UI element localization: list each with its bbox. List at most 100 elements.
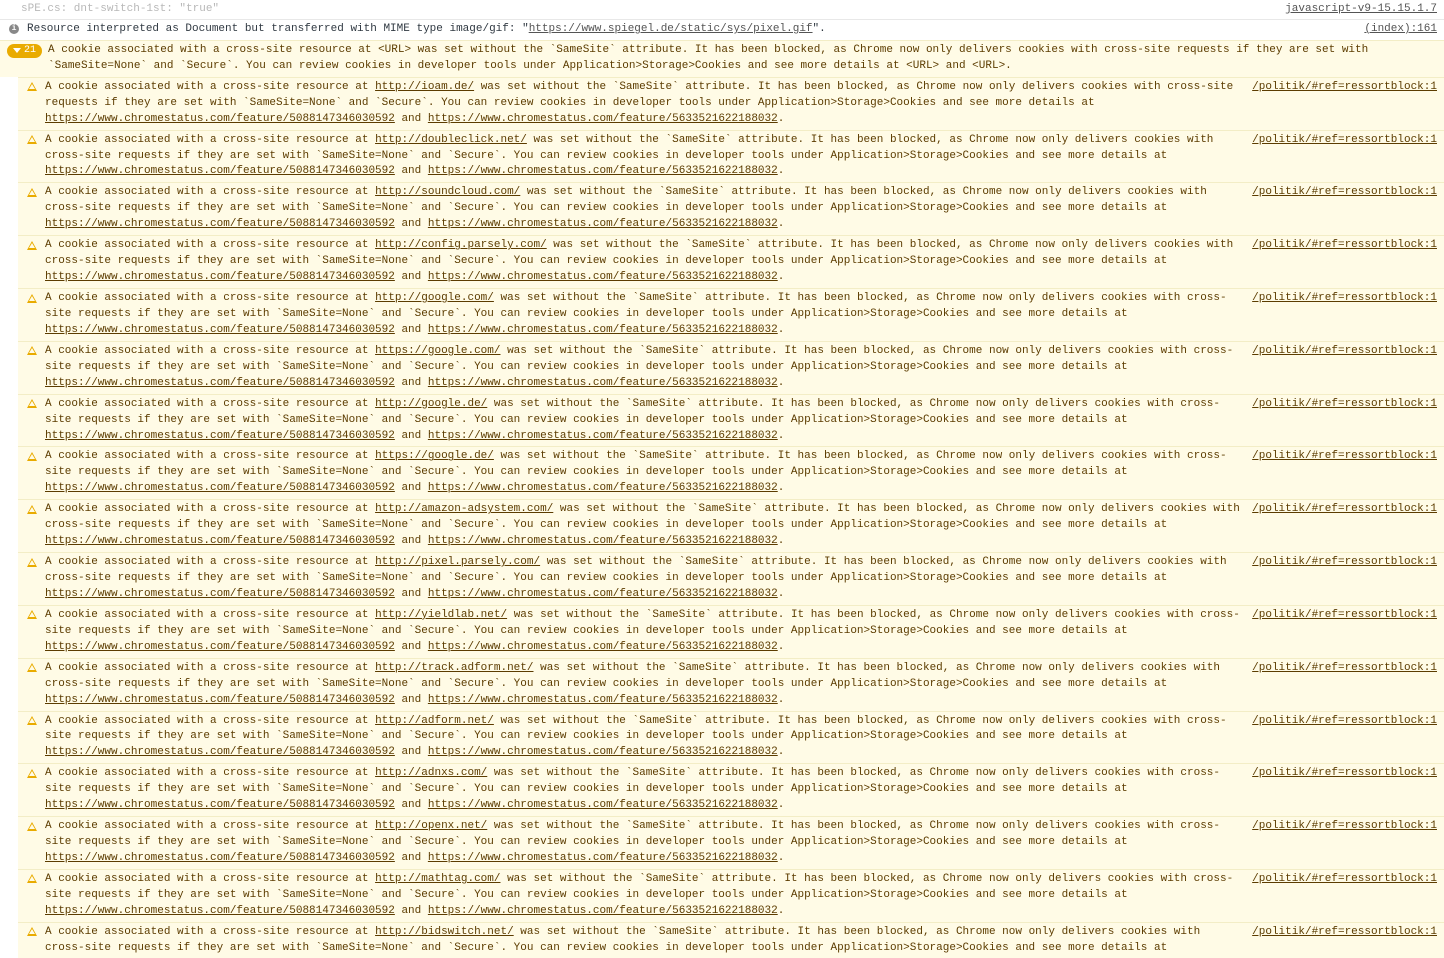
warning-domain-link[interactable]: http://adform.net/ <box>375 715 494 727</box>
warning-icon <box>25 715 39 727</box>
warning-domain-link[interactable]: http://openx.net/ <box>375 820 487 832</box>
chromestatus-link-1[interactable]: https://www.chromestatus.com/feature/508… <box>45 482 395 494</box>
warning-message: A cookie associated with a cross-site re… <box>45 714 1252 762</box>
warning-source[interactable]: /politik/#ref=ressortblock:1 <box>1252 449 1437 465</box>
chromestatus-link-2[interactable]: https://www.chromestatus.com/feature/563… <box>428 482 778 494</box>
warning-source[interactable]: /politik/#ref=ressortblock:1 <box>1252 344 1437 360</box>
chromestatus-link-1[interactable]: https://www.chromestatus.com/feature/508… <box>45 535 395 547</box>
warning-source[interactable]: /politik/#ref=ressortblock:1 <box>1252 80 1437 96</box>
warning-source[interactable]: /politik/#ref=ressortblock:1 <box>1252 238 1437 254</box>
chromestatus-link-2[interactable]: https://www.chromestatus.com/feature/563… <box>428 694 778 706</box>
chromestatus-link-2[interactable]: https://www.chromestatus.com/feature/563… <box>428 905 778 917</box>
warning-domain-link[interactable]: https://google.com/ <box>375 345 500 357</box>
warning-domain-link[interactable]: http://track.adform.net/ <box>375 662 533 674</box>
warning-source[interactable]: /politik/#ref=ressortblock:1 <box>1252 185 1437 201</box>
warning-message: A cookie associated with a cross-site re… <box>45 238 1252 286</box>
warning-source[interactable]: /politik/#ref=ressortblock:1 <box>1252 397 1437 413</box>
warning-icon <box>25 450 39 462</box>
console-warning-row: A cookie associated with a cross-site re… <box>18 605 1444 658</box>
warning-domain-link[interactable]: http://soundcloud.com/ <box>375 186 520 198</box>
partial-top-row: sPE.cs: dnt-switch-1st: "true" javascrip… <box>0 0 1444 19</box>
warning-source[interactable]: /politik/#ref=ressortblock:1 <box>1252 872 1437 888</box>
warning-icon <box>25 134 39 146</box>
console-panel[interactable]: sPE.cs: dnt-switch-1st: "true" javascrip… <box>0 0 1444 958</box>
warning-domain-link[interactable]: https://google.de/ <box>375 450 494 462</box>
chromestatus-link-2[interactable]: https://www.chromestatus.com/feature/563… <box>428 271 778 283</box>
warning-domain-link[interactable]: http://adnxs.com/ <box>375 767 487 779</box>
warning-source[interactable]: /politik/#ref=ressortblock:1 <box>1252 133 1437 149</box>
caret-down-icon <box>13 48 21 53</box>
warning-icon <box>25 609 39 621</box>
chromestatus-link-2[interactable]: https://www.chromestatus.com/feature/563… <box>428 535 778 547</box>
chromestatus-link-2[interactable]: https://www.chromestatus.com/feature/563… <box>428 113 778 125</box>
warning-message: A cookie associated with a cross-site re… <box>45 291 1252 339</box>
warning-source[interactable]: /politik/#ref=ressortblock:1 <box>1252 714 1437 730</box>
warning-message: A cookie associated with a cross-site re… <box>45 185 1252 233</box>
warning-domain-link[interactable]: http://google.de/ <box>375 398 487 410</box>
warning-source[interactable]: /politik/#ref=ressortblock:1 <box>1252 766 1437 782</box>
console-warning-group[interactable]: 21 A cookie associated with a cross-site… <box>0 40 1444 77</box>
warning-message: A cookie associated with a cross-site re… <box>45 502 1252 550</box>
group-expand-badge[interactable]: 21 <box>7 44 42 58</box>
warning-source[interactable]: /politik/#ref=ressortblock:1 <box>1252 819 1437 835</box>
warning-message: A cookie associated with a cross-site re… <box>45 133 1252 181</box>
chromestatus-link-1[interactable]: https://www.chromestatus.com/feature/508… <box>45 271 395 283</box>
warning-source[interactable]: /politik/#ref=ressortblock:1 <box>1252 925 1437 941</box>
warning-message: A cookie associated with a cross-site re… <box>45 80 1252 128</box>
group-count: 21 <box>24 44 36 58</box>
chromestatus-link-2[interactable]: https://www.chromestatus.com/feature/563… <box>428 165 778 177</box>
warning-icon <box>25 926 39 938</box>
chromestatus-link-2[interactable]: https://www.chromestatus.com/feature/563… <box>428 324 778 336</box>
warning-icon <box>25 503 39 515</box>
chromestatus-link-1[interactable]: https://www.chromestatus.com/feature/508… <box>45 852 395 864</box>
chromestatus-link-1[interactable]: https://www.chromestatus.com/feature/508… <box>45 324 395 336</box>
warning-source[interactable]: /politik/#ref=ressortblock:1 <box>1252 291 1437 307</box>
console-warning-row: A cookie associated with a cross-site re… <box>18 288 1444 341</box>
warning-message: A cookie associated with a cross-site re… <box>45 766 1252 814</box>
chromestatus-link-2[interactable]: https://www.chromestatus.com/feature/563… <box>428 588 778 600</box>
warning-source[interactable]: /politik/#ref=ressortblock:1 <box>1252 502 1437 518</box>
info-icon: i <box>7 23 21 35</box>
group-message: A cookie associated with a cross-site re… <box>48 43 1437 75</box>
warning-message: A cookie associated with a cross-site re… <box>45 661 1252 709</box>
chromestatus-link-2[interactable]: https://www.chromestatus.com/feature/563… <box>428 641 778 653</box>
chromestatus-link-2[interactable]: https://www.chromestatus.com/feature/563… <box>428 430 778 442</box>
chromestatus-link-1[interactable]: https://www.chromestatus.com/feature/508… <box>45 218 395 230</box>
partial-src[interactable]: javascript-v9-15.15.1.7 <box>1285 2 1437 18</box>
console-info-row: i Resource interpreted as Document but t… <box>0 19 1444 40</box>
warning-domain-link[interactable]: http://yieldlab.net/ <box>375 609 507 621</box>
warning-source[interactable]: /politik/#ref=ressortblock:1 <box>1252 555 1437 571</box>
chromestatus-link-1[interactable]: https://www.chromestatus.com/feature/508… <box>45 588 395 600</box>
console-warning-row: A cookie associated with a cross-site re… <box>18 552 1444 605</box>
chromestatus-link-2[interactable]: https://www.chromestatus.com/feature/563… <box>428 852 778 864</box>
chromestatus-link-1[interactable]: https://www.chromestatus.com/feature/508… <box>45 430 395 442</box>
chromestatus-link-1[interactable]: https://www.chromestatus.com/feature/508… <box>45 165 395 177</box>
info-source[interactable]: (index):161 <box>1364 22 1437 38</box>
warning-source[interactable]: /politik/#ref=ressortblock:1 <box>1252 661 1437 677</box>
chromestatus-link-2[interactable]: https://www.chromestatus.com/feature/563… <box>428 218 778 230</box>
chromestatus-link-1[interactable]: https://www.chromestatus.com/feature/508… <box>45 377 395 389</box>
chromestatus-link-1[interactable]: https://www.chromestatus.com/feature/508… <box>45 641 395 653</box>
warning-icon <box>25 292 39 304</box>
warning-domain-link[interactable]: http://config.parsely.com/ <box>375 239 547 251</box>
chromestatus-link-1[interactable]: https://www.chromestatus.com/feature/508… <box>45 113 395 125</box>
warning-source[interactable]: /politik/#ref=ressortblock:1 <box>1252 608 1437 624</box>
warning-icon <box>25 556 39 568</box>
warning-domain-link[interactable]: http://pixel.parsely.com/ <box>375 556 540 568</box>
warning-icon <box>25 81 39 93</box>
warning-domain-link[interactable]: http://mathtag.com/ <box>375 873 500 885</box>
chromestatus-link-1[interactable]: https://www.chromestatus.com/feature/508… <box>45 746 395 758</box>
warning-domain-link[interactable]: http://google.com/ <box>375 292 494 304</box>
chromestatus-link-2[interactable]: https://www.chromestatus.com/feature/563… <box>428 799 778 811</box>
chromestatus-link-1[interactable]: https://www.chromestatus.com/feature/508… <box>45 905 395 917</box>
warning-domain-link[interactable]: http://amazon-adsystem.com/ <box>375 503 553 515</box>
info-url[interactable]: https://www.spiegel.de/static/sys/pixel.… <box>529 23 813 35</box>
chromestatus-link-1[interactable]: https://www.chromestatus.com/feature/508… <box>45 694 395 706</box>
chromestatus-link-2[interactable]: https://www.chromestatus.com/feature/563… <box>428 377 778 389</box>
warning-domain-link[interactable]: http://ioam.de/ <box>375 81 474 93</box>
console-warning-row: A cookie associated with a cross-site re… <box>18 130 1444 183</box>
warning-domain-link[interactable]: http://doubleclick.net/ <box>375 134 527 146</box>
chromestatus-link-2[interactable]: https://www.chromestatus.com/feature/563… <box>428 746 778 758</box>
warning-domain-link[interactable]: http://bidswitch.net/ <box>375 926 514 938</box>
chromestatus-link-1[interactable]: https://www.chromestatus.com/feature/508… <box>45 799 395 811</box>
